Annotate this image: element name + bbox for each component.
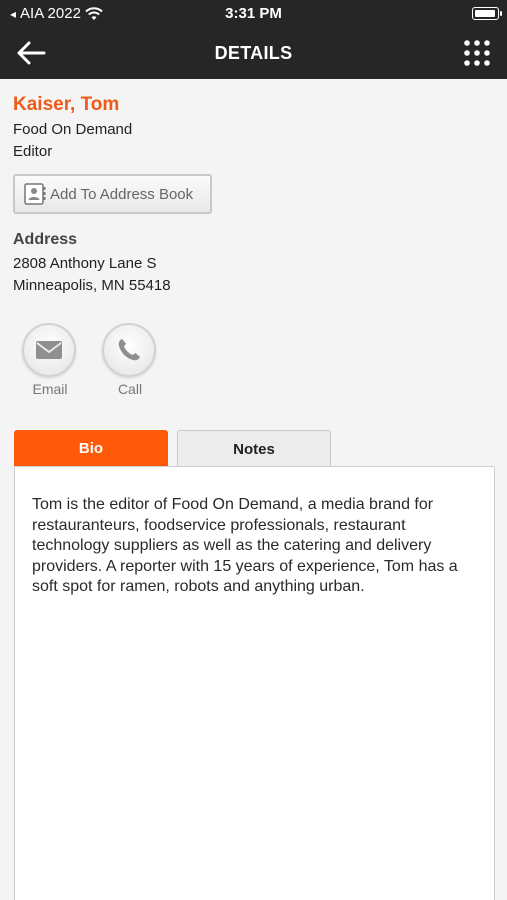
address-line-1: 2808 Anthony Lane S — [13, 255, 157, 272]
tab-notes[interactable]: Notes — [177, 430, 331, 467]
call-circle[interactable] — [102, 323, 156, 377]
add-to-address-book-label: Add To Address Book — [50, 185, 194, 203]
contact-card-icon — [24, 183, 46, 205]
envelope-icon — [36, 341, 62, 359]
status-bar: ◂ AIA 2022 3:31 PM — [0, 0, 507, 28]
battery-icon — [472, 7, 502, 20]
address-heading: Address — [13, 231, 78, 248]
bio-panel: Tom is the editor of Food On Demand, a m… — [14, 466, 495, 900]
add-to-address-book-button[interactable]: Add To Address Book — [13, 174, 212, 214]
email-circle[interactable] — [22, 323, 76, 377]
call-label: Call — [117, 381, 143, 397]
contact-role: Editor — [13, 143, 53, 160]
top-bar: ◂ AIA 2022 3:31 PM DETAILS — [0, 0, 507, 79]
bio-text: Tom is the editor of Food On Demand, a m… — [32, 496, 458, 595]
email-label: Email — [32, 381, 68, 397]
address-line-2: Minneapolis, MN 55418 — [13, 277, 171, 294]
email-button[interactable]: Email — [22, 323, 78, 397]
tab-bio[interactable]: Bio — [14, 430, 168, 467]
navigation-bar: DETAILS — [0, 28, 507, 79]
contact-company: Food On Demand — [13, 121, 133, 138]
grid-menu-icon[interactable] — [463, 39, 491, 67]
phone-icon — [118, 339, 140, 361]
contact-name: Kaiser, Tom — [13, 94, 120, 115]
status-time: 3:31 PM — [225, 5, 282, 22]
page-title: DETAILS — [214, 43, 293, 63]
call-button[interactable]: Call — [102, 323, 158, 397]
